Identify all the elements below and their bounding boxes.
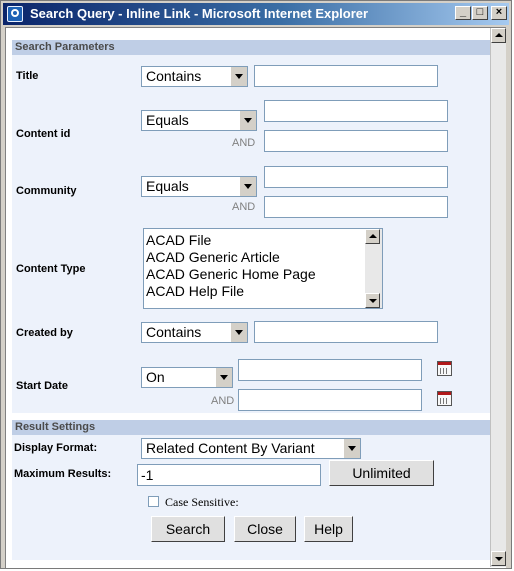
case-sensitive-checkbox[interactable] — [148, 496, 159, 507]
content-id-input-1[interactable] — [264, 100, 448, 122]
close-dialog-button[interactable]: Close — [234, 516, 296, 542]
content-type-option-acad-help-file[interactable]: ACAD Help File — [146, 283, 244, 300]
community-input-2[interactable] — [264, 196, 448, 218]
chevron-down-icon — [230, 67, 247, 86]
calendar-icon[interactable] — [437, 361, 452, 376]
content-id-input-2[interactable] — [264, 130, 448, 152]
help-button[interactable]: Help — [304, 516, 353, 542]
scroll-up-icon[interactable] — [365, 229, 380, 244]
maximize-button[interactable]: □ — [472, 6, 488, 20]
content-type-option-acad-generic-article[interactable]: ACAD Generic Article — [146, 249, 280, 266]
content-type-scrollbar[interactable] — [365, 229, 382, 308]
close-button[interactable]: × — [491, 6, 507, 20]
content-type-label: Content Type — [16, 263, 86, 275]
internet-explorer-icon — [7, 6, 23, 22]
unlimited-button[interactable]: Unlimited — [329, 460, 434, 486]
title-input[interactable] — [254, 65, 438, 87]
community-operator-select[interactable]: Equals — [141, 176, 257, 197]
calendar-icon[interactable] — [437, 391, 452, 406]
content-id-label: Content id — [16, 128, 71, 140]
start-date-input-2[interactable] — [238, 389, 422, 411]
search-query-window: Search Query - Inline Link - Microsoft I… — [0, 0, 512, 569]
window-scrollbar[interactable] — [490, 28, 506, 567]
start-date-and-label: AND — [211, 395, 235, 407]
title-operator-select[interactable]: Contains — [141, 66, 248, 87]
minimize-button[interactable]: _ — [455, 6, 471, 20]
content-id-and-label: AND — [232, 137, 256, 149]
content-type-option-acad-generic-home-page[interactable]: ACAD Generic Home Page — [146, 266, 316, 283]
chevron-down-icon — [239, 111, 256, 130]
display-format-select[interactable]: Related Content By Variant — [141, 438, 361, 459]
content-type-listbox[interactable]: ACAD File ACAD Generic Article ACAD Gene… — [143, 228, 383, 309]
created-by-label: Created by — [16, 327, 73, 339]
maximum-results-label: Maximum Results: — [14, 468, 112, 480]
chevron-down-icon — [343, 439, 360, 458]
title-label: Title — [16, 70, 39, 82]
search-button[interactable]: Search — [151, 516, 225, 542]
created-by-operator-select[interactable]: Contains — [141, 322, 248, 343]
chevron-down-icon — [215, 368, 232, 387]
maximum-results-input[interactable]: -1 — [137, 464, 321, 486]
chevron-down-icon — [230, 323, 247, 342]
community-label: Community — [16, 185, 77, 197]
scroll-up-icon[interactable] — [491, 28, 506, 43]
window-title: Search Query - Inline Link - Microsoft I… — [30, 6, 369, 21]
search-parameters-header: Search Parameters — [12, 40, 490, 55]
chevron-down-icon — [239, 177, 256, 196]
start-date-input-1[interactable] — [238, 359, 422, 381]
result-settings-header: Result Settings — [12, 420, 490, 435]
content-id-operator-select[interactable]: Equals — [141, 110, 257, 131]
browser-content: Search Parameters Title Contains Content… — [5, 27, 506, 568]
content-type-option-acad-file[interactable]: ACAD File — [146, 232, 211, 249]
title-bar: Search Query - Inline Link - Microsoft I… — [3, 3, 509, 25]
scroll-down-icon[interactable] — [491, 551, 506, 566]
created-by-input[interactable] — [254, 321, 438, 343]
community-and-label: AND — [232, 201, 256, 213]
start-date-label: Start Date — [16, 380, 68, 392]
case-sensitive-label: Case Sensitive: — [165, 495, 239, 509]
start-date-operator-select[interactable]: On — [141, 367, 233, 388]
community-input-1[interactable] — [264, 166, 448, 188]
scroll-down-icon[interactable] — [365, 293, 380, 308]
display-format-label: Display Format: — [14, 442, 98, 454]
